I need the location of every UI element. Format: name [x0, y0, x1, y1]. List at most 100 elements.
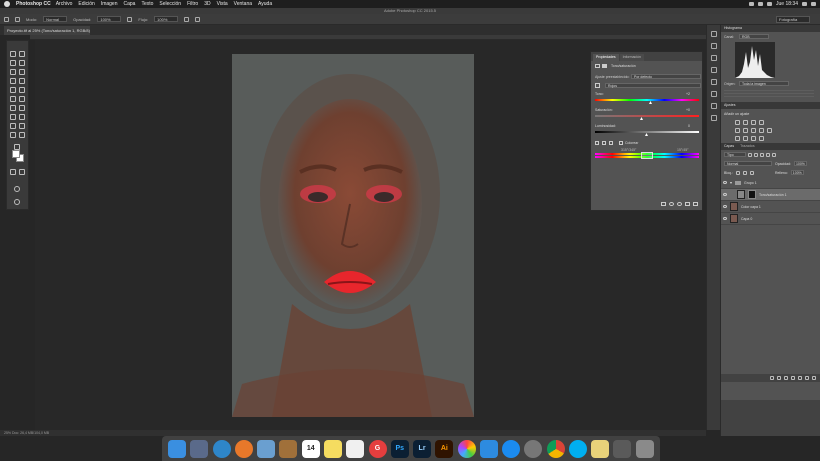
filter-type-icon[interactable]: [760, 152, 764, 157]
paragraph-panel-icon[interactable]: [711, 91, 717, 97]
lightness-slider-handle[interactable]: [645, 133, 648, 136]
histogram-channel-select[interactable]: RGB: [739, 34, 769, 39]
lasso-tool-icon[interactable]: [10, 60, 16, 66]
invert-adj-icon[interactable]: [735, 136, 740, 141]
new-group-icon[interactable]: [798, 376, 802, 380]
view-previous-icon[interactable]: [669, 202, 674, 206]
layer-row-base[interactable]: Capa 0: [721, 213, 820, 225]
swatches-panel-icon[interactable]: [711, 55, 717, 61]
menu-vista[interactable]: Vista: [217, 1, 228, 7]
workspace-select[interactable]: Fotografía: [776, 16, 810, 23]
wifi-icon[interactable]: [758, 2, 764, 6]
opacity-field[interactable]: 100%: [97, 16, 122, 22]
hue-sat-adj-icon[interactable]: [743, 128, 748, 133]
layer-filter-kind[interactable]: Tipo: [724, 152, 746, 157]
foreground-color-swatch[interactable]: [12, 150, 20, 158]
healing-brush-tool-icon[interactable]: [10, 78, 16, 84]
eye-icon[interactable]: [723, 217, 727, 220]
gradient-tool-icon[interactable]: [19, 96, 25, 102]
levels-adj-icon[interactable]: [743, 120, 748, 125]
quick-mask-icon[interactable]: [10, 169, 16, 175]
stickies-icon[interactable]: [323, 439, 342, 458]
airbrush-icon[interactable]: [184, 16, 190, 22]
flow-field[interactable]: 100%: [154, 16, 179, 22]
pressure-opacity-icon[interactable]: [127, 16, 133, 22]
pen-tool-icon[interactable]: [10, 114, 16, 120]
eyedropper-icon[interactable]: [595, 141, 599, 145]
list-icon[interactable]: [811, 2, 816, 6]
illustrator-icon[interactable]: Ai: [435, 439, 454, 458]
extra-tool-2-icon[interactable]: [14, 199, 20, 205]
menu-archivo[interactable]: Archivo: [56, 1, 73, 7]
preview-icon[interactable]: [257, 439, 276, 458]
color-panel-icon[interactable]: [711, 43, 717, 49]
eyedropper-tool-icon[interactable]: [19, 69, 25, 75]
finder-icon[interactable]: [168, 439, 187, 458]
fill-field[interactable]: 100%: [790, 170, 804, 175]
histogram-source-select[interactable]: Toda la imagen: [739, 81, 789, 86]
extra-tool-icon[interactable]: [14, 186, 20, 192]
target-adjust-icon[interactable]: [595, 83, 600, 88]
delete-layer-icon[interactable]: [812, 376, 816, 380]
menu-imagen[interactable]: Imagen: [101, 1, 118, 7]
clip-layer-icon[interactable]: [661, 202, 666, 206]
layer-row-adjustment[interactable]: Tono/saturación 1: [721, 189, 820, 201]
tab-layers[interactable]: Capas: [724, 143, 734, 150]
eraser-tool-icon[interactable]: [10, 96, 16, 102]
mask-icon[interactable]: [602, 64, 607, 68]
app-store-icon[interactable]: [502, 439, 521, 458]
eyedropper-plus-icon[interactable]: [602, 141, 606, 145]
finder-folder-icon[interactable]: [591, 439, 610, 458]
lightness-slider[interactable]: [595, 131, 699, 133]
blend-mode-select[interactable]: Normal: [724, 161, 772, 166]
lock-position-icon[interactable]: [742, 170, 747, 175]
settings-icon[interactable]: [524, 439, 543, 458]
pressure-size-icon[interactable]: [195, 16, 201, 22]
apple-icon[interactable]: [4, 1, 10, 7]
battery-icon[interactable]: [767, 2, 773, 6]
menu-capa[interactable]: Capa: [124, 1, 136, 7]
screen-mode-icon[interactable]: [19, 169, 25, 175]
histogram-title[interactable]: Histograma: [724, 25, 742, 32]
layer-mask-thumb[interactable]: [748, 190, 756, 199]
saturation-value[interactable]: +0: [686, 108, 690, 112]
notes-icon[interactable]: [279, 439, 298, 458]
skype-icon[interactable]: [568, 439, 587, 458]
blur-tool-icon[interactable]: [10, 105, 16, 111]
brush-panel-icon[interactable]: [711, 67, 717, 73]
saturation-slider[interactable]: [595, 115, 699, 117]
photos-icon[interactable]: [457, 439, 476, 458]
chrome-icon[interactable]: [546, 439, 565, 458]
layer-opacity-field[interactable]: 100%: [793, 161, 807, 166]
link-layers-icon[interactable]: [770, 376, 774, 380]
libraries-panel-icon[interactable]: [711, 115, 717, 121]
brightness-adj-icon[interactable]: [735, 120, 740, 125]
channel-select[interactable]: Rojos: [605, 83, 701, 88]
trash-icon[interactable]: [635, 439, 654, 458]
brush-tool-icon[interactable]: [4, 16, 9, 22]
eye-icon[interactable]: [723, 205, 727, 208]
vibrance-adj-icon[interactable]: [735, 128, 740, 133]
gradient-map-adj-icon[interactable]: [759, 136, 764, 141]
reset-icon[interactable]: [677, 202, 682, 206]
app-menu[interactable]: Photoshop CC: [16, 1, 51, 7]
clock[interactable]: Jue 18:34: [776, 1, 798, 7]
trash-icon[interactable]: [693, 202, 698, 206]
hue-value[interactable]: +2: [686, 92, 690, 96]
character-panel-icon[interactable]: [711, 79, 717, 85]
type-tool-icon[interactable]: [19, 114, 25, 120]
quick-select-tool-icon[interactable]: [19, 60, 25, 66]
lightness-value[interactable]: 0: [688, 124, 690, 128]
menu-seleccion[interactable]: Selección: [159, 1, 181, 7]
textedit-icon[interactable]: [346, 439, 365, 458]
curves-adj-icon[interactable]: [751, 120, 756, 125]
marquee-tool-icon[interactable]: [19, 51, 25, 57]
color-range-selector[interactable]: [641, 152, 653, 159]
photo-filter-adj-icon[interactable]: [767, 128, 772, 133]
visibility-icon[interactable]: [685, 202, 690, 206]
eyedropper-minus-icon[interactable]: [609, 141, 613, 145]
eye-icon[interactable]: [723, 181, 727, 184]
tab-info[interactable]: Información: [619, 54, 644, 61]
history-panel-icon[interactable]: [711, 31, 717, 37]
filter-shape-icon[interactable]: [766, 152, 770, 157]
